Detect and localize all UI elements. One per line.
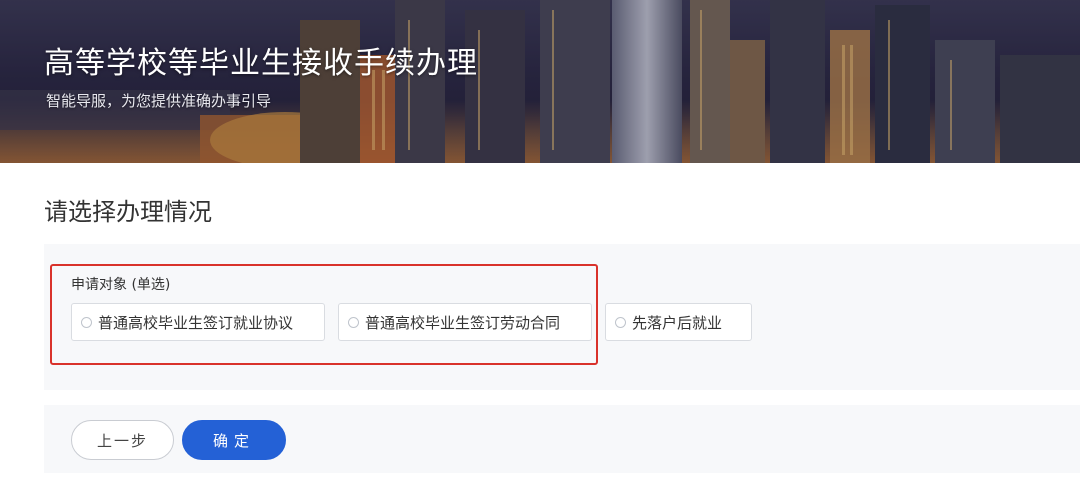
banner-title: 高等学校等毕业生接收手续办理 bbox=[44, 46, 478, 81]
radio-button[interactable] bbox=[81, 316, 92, 328]
applicant-option-settle-first[interactable]: 先落户后就业 bbox=[605, 303, 752, 341]
section-title: 请选择办理情况 bbox=[44, 198, 212, 226]
page: 高等学校等毕业生接收手续办理 智能导服，为您提供准确办事引导 请选择办理情况 申… bbox=[0, 0, 1080, 486]
radio-button[interactable] bbox=[348, 316, 359, 328]
option-label: 普通高校毕业生签订就业协议 bbox=[98, 313, 294, 332]
confirm-button[interactable]: 确定 bbox=[182, 420, 286, 460]
banner-subtitle: 智能导服，为您提供准确办事引导 bbox=[46, 92, 272, 110]
option-label: 普通高校毕业生签订劳动合同 bbox=[365, 313, 561, 332]
applicant-option-employment-agreement[interactable]: 普通高校毕业生签订就业协议 bbox=[71, 303, 325, 341]
radio-button[interactable] bbox=[615, 316, 626, 328]
previous-step-button[interactable]: 上一步 bbox=[71, 420, 174, 460]
applicant-option-labor-contract[interactable]: 普通高校毕业生签订劳动合同 bbox=[338, 303, 592, 341]
applicant-field-label: 申请对象 (单选) bbox=[71, 277, 171, 293]
option-label: 先落户后就业 bbox=[632, 313, 723, 332]
header-banner: 高等学校等毕业生接收手续办理 智能导服，为您提供准确办事引导 bbox=[0, 0, 1080, 163]
